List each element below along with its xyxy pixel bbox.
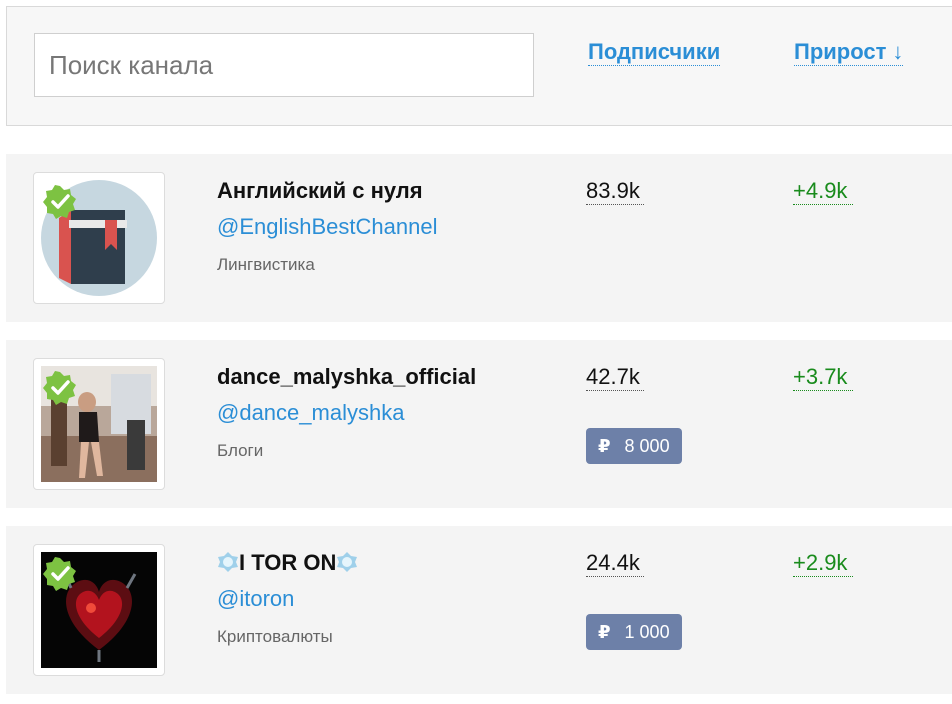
subscribers-count[interactable]: 83.9k [586, 178, 644, 205]
price-badge[interactable]: ₽1 000 [586, 614, 682, 650]
channel-category: Блоги [217, 441, 264, 460]
channel-title-text: I TOR ON [239, 550, 337, 575]
channel-title[interactable]: dance_malyshka_official [217, 364, 476, 390]
price-value: 1 000 [624, 622, 670, 642]
search-input[interactable] [34, 33, 534, 97]
channel-handle-link[interactable]: @itoron [217, 586, 294, 612]
gem-icon [337, 552, 358, 572]
channel-row[interactable]: I TOR ON @itoron Криптовалюты 24.4k +2.9… [6, 526, 952, 694]
sort-desc-arrow-icon: ↓ [892, 39, 904, 64]
sort-growth-link[interactable]: Прирост ↓ [794, 39, 904, 66]
price-value: 8 000 [624, 436, 670, 456]
subscribers-count[interactable]: 42.7k [586, 364, 644, 391]
search-header: Подписчики Прирост↓ [6, 6, 952, 126]
verified-badge-icon [43, 371, 76, 405]
subscribers-count[interactable]: 24.4k [586, 550, 644, 577]
channel-handle-link[interactable]: @dance_malyshka [217, 400, 404, 426]
sort-subscribers-link[interactable]: Подписчики [588, 39, 721, 66]
avatar[interactable] [33, 172, 165, 304]
avatar[interactable] [33, 358, 165, 490]
price-badge[interactable]: ₽8 000 [586, 428, 682, 464]
channel-row[interactable]: Английский с нуля @EnglishBestChannel Ли… [6, 154, 952, 322]
sort-growth-label: Прирост [794, 39, 887, 64]
ruble-icon: ₽ [598, 436, 611, 456]
channel-category: Лингвистика [217, 255, 315, 274]
verified-badge-icon [43, 557, 76, 591]
verified-badge-icon [43, 185, 76, 219]
growth-count[interactable]: +3.7k [793, 364, 854, 391]
growth-count[interactable]: +4.9k [793, 178, 854, 205]
ruble-icon: ₽ [598, 622, 611, 642]
channel-handle-link[interactable]: @EnglishBestChannel [217, 214, 437, 240]
channel-title[interactable]: I TOR ON [217, 550, 358, 576]
channel-category: Криптовалюты [217, 627, 333, 646]
channel-row[interactable]: dance_malyshka_official @dance_malyshka … [6, 340, 952, 508]
gem-icon [218, 552, 238, 572]
avatar[interactable] [33, 544, 165, 676]
channel-title[interactable]: Английский с нуля [217, 178, 423, 204]
growth-count[interactable]: +2.9k [793, 550, 854, 577]
